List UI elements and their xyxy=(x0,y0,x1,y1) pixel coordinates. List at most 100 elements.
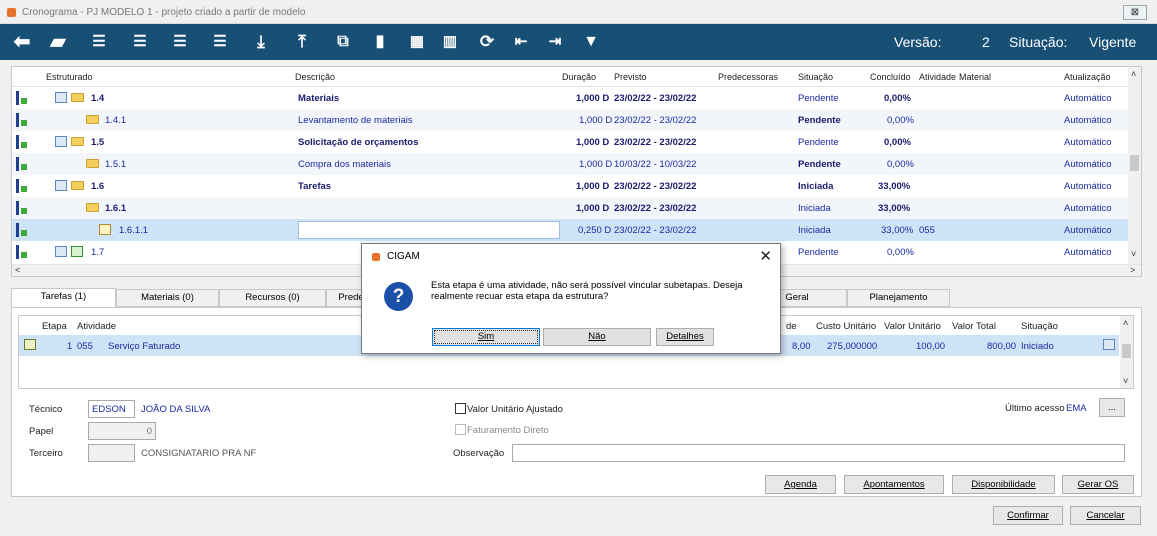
table-row[interactable]: 1.5 Solicitação de orçamentos 1,000 D 23… xyxy=(12,131,1129,153)
papel-input[interactable]: 0 xyxy=(88,422,156,440)
sim-button[interactable]: Sim xyxy=(432,328,540,346)
task-icon xyxy=(16,113,27,127)
row-code: 1.4 xyxy=(91,93,105,104)
detalhes-button[interactable]: Detalhes xyxy=(656,328,714,346)
col-atividade[interactable]: Atividade xyxy=(919,72,956,82)
table-row-selected[interactable]: 1.6.1.1 0,250 D 23/02/22 - 23/02/22 Inic… xyxy=(12,219,1129,241)
row-sit: Pendente xyxy=(798,115,841,126)
col-situacao[interactable]: Situação xyxy=(1021,321,1058,332)
col-estruturado[interactable]: Estruturado xyxy=(46,72,93,82)
description-edit-cell[interactable] xyxy=(298,221,560,239)
col-quantidade[interactable]: de xyxy=(786,321,797,332)
grid-vertical-scrollbar[interactable]: ˄ ˅ xyxy=(1128,67,1141,264)
move-left-icon[interactable]: ⇤ xyxy=(508,29,534,55)
filter-icon[interactable]: ▼ xyxy=(578,29,604,55)
dialog-title-bar: CIGAM ✕ xyxy=(362,244,780,269)
col-valor-unitario[interactable]: Valor Unitário xyxy=(884,321,941,332)
back-icon[interactable]: ⬅ xyxy=(9,29,35,55)
tab-materiais[interactable]: Materiais (0) xyxy=(116,289,219,307)
terceiro-input[interactable] xyxy=(88,444,135,462)
scroll-right-icon[interactable]: > xyxy=(1130,265,1135,275)
row-dur: 1,000 D xyxy=(576,93,610,104)
table-row[interactable]: 1.5.1 Compra dos materiais 1,000 D 10/03… xyxy=(12,153,1129,175)
col-etapa[interactable]: Etapa xyxy=(42,321,67,332)
table-row[interactable]: 1.6 Tarefas 1,000 D 23/02/22 - 23/02/22 … xyxy=(12,175,1129,197)
col-concluido[interactable]: Concluído xyxy=(870,72,911,82)
close-icon[interactable]: ✕ xyxy=(759,247,772,265)
col-duracao[interactable]: Duração xyxy=(562,72,596,82)
row-dur: 1,000 D xyxy=(579,159,613,170)
export-icon[interactable]: ⤒ xyxy=(289,29,315,55)
disponibilidade-button[interactable]: Disponibilidade xyxy=(952,475,1055,494)
row-code: 1.7 xyxy=(91,247,105,258)
row-prev: 10/03/22 - 10/03/22 xyxy=(614,159,697,170)
folder-icon xyxy=(86,203,99,212)
tab-recursos[interactable]: Recursos (0) xyxy=(219,289,326,307)
row-detail-icon[interactable] xyxy=(1103,339,1115,350)
row-prev: 23/02/22 - 23/02/22 xyxy=(614,93,697,104)
row-dur: 1,000 D xyxy=(576,137,610,148)
agenda-button[interactable]: Agenda xyxy=(765,475,836,494)
row-code: 1.5 xyxy=(91,137,105,148)
subgrid-scrollbar[interactable]: ˄ ˅ xyxy=(1120,316,1133,388)
table-row[interactable]: 1.4.1 Levantamento de materiais 1,000 D … xyxy=(12,109,1129,131)
scroll-up-icon[interactable]: ˄ xyxy=(1123,318,1128,328)
scroll-thumb[interactable] xyxy=(1130,155,1139,171)
clipboard-icon[interactable]: ▮ xyxy=(367,29,393,55)
add-folder-icon[interactable]: ▰ xyxy=(45,29,71,55)
observacao-input[interactable] xyxy=(512,444,1125,462)
col-atualizacao[interactable]: Atualização xyxy=(1064,72,1111,82)
apontamentos-button[interactable]: Apontamentos xyxy=(844,475,944,494)
pages-icon[interactable]: ▦ xyxy=(404,29,430,55)
row-dur: 1,000 D xyxy=(579,115,613,126)
table-row[interactable]: 1.4 Materiais 1,000 D 23/02/22 - 23/02/2… xyxy=(12,87,1129,109)
window-close-button[interactable]: ⊠ xyxy=(1123,5,1147,20)
move-right-icon[interactable]: ⇥ xyxy=(542,29,568,55)
col-predecessoras[interactable]: Predecessoras xyxy=(718,72,778,82)
chart-icon[interactable]: ▥ xyxy=(437,29,463,55)
scroll-down-icon[interactable]: ˅ xyxy=(1123,376,1128,386)
col-atividade[interactable]: Atividade xyxy=(77,321,116,332)
row-atual: Automático xyxy=(1064,247,1112,258)
indent-icon[interactable]: ☰ xyxy=(127,29,153,55)
refresh-icon[interactable]: ⟳ xyxy=(474,29,500,55)
task-icon xyxy=(16,201,27,215)
nao-button[interactable]: Não xyxy=(543,328,651,346)
tab-tarefas[interactable]: Tarefas (1) xyxy=(11,288,116,308)
title-bar: Cronograma - PJ MODELO 1 - projeto criad… xyxy=(0,0,1157,24)
valor-unitario-ajustado-checkbox[interactable] xyxy=(455,403,466,414)
row-code: 1.5.1 xyxy=(105,159,127,170)
indent-icon[interactable]: ☰ xyxy=(86,29,112,55)
tab-planejamento[interactable]: Planejamento xyxy=(847,289,950,307)
question-icon: ? xyxy=(384,282,413,311)
gerar-os-button[interactable]: Gerar OS xyxy=(1062,475,1134,494)
table-row[interactable]: 1.6.1 1,000 D 23/02/22 - 23/02/22 Inicia… xyxy=(12,197,1129,219)
faturamento-direto-checkbox[interactable] xyxy=(455,424,466,435)
scroll-down-icon[interactable]: ˅ xyxy=(1131,249,1136,259)
scroll-up-icon[interactable]: ˄ xyxy=(1131,69,1136,79)
col-custo-unitario[interactable]: Custo Unitário xyxy=(816,321,876,332)
tecnico-input[interactable]: EDSON xyxy=(88,400,135,418)
col-situacao[interactable]: Situação xyxy=(798,72,833,82)
col-descricao[interactable]: Descrição xyxy=(295,72,335,82)
row-conc: 0,00% xyxy=(884,93,911,104)
import-icon[interactable]: ⤓ xyxy=(248,29,274,55)
scroll-left-icon[interactable]: < xyxy=(15,265,20,275)
indent-icon[interactable]: ☰ xyxy=(207,29,233,55)
row-ativ-desc: Serviço Faturado xyxy=(108,341,181,352)
confirmar-button[interactable]: Confirmar xyxy=(993,506,1063,525)
col-material[interactable]: Material xyxy=(959,72,991,82)
col-valor-total[interactable]: Valor Total xyxy=(952,321,996,332)
task-icon xyxy=(16,179,27,193)
scroll-thumb[interactable] xyxy=(1122,344,1131,358)
row-dur: 1,000 D xyxy=(576,181,610,192)
indent-icon[interactable]: ☰ xyxy=(167,29,193,55)
row-atual: Automático xyxy=(1064,181,1112,192)
papel-label: Papel xyxy=(29,426,54,437)
task-icon xyxy=(16,245,27,259)
col-previsto[interactable]: Previsto xyxy=(614,72,647,82)
ellipsis-button[interactable]: ... xyxy=(1099,398,1125,417)
copy-icon[interactable]: ⧉ xyxy=(330,29,356,55)
situacao-label: Situação: xyxy=(1009,34,1068,50)
cancelar-button[interactable]: Cancelar xyxy=(1070,506,1141,525)
